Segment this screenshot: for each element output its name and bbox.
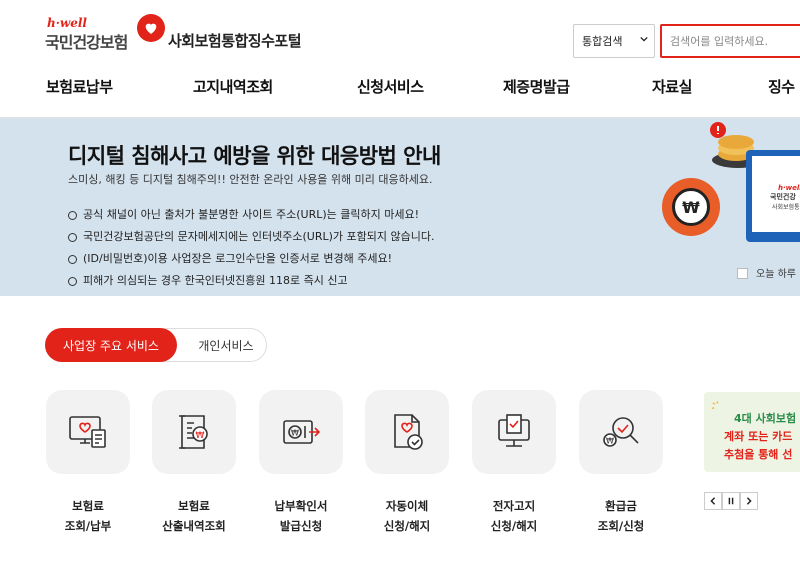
promo-line-1: 4대 사회보험 (734, 412, 797, 425)
banner-list: 공식 채널이 아닌 출처가 불분명한 사이트 주소(URL)는 클릭하지 마세요… (68, 204, 435, 292)
chevron-down-icon (640, 36, 648, 42)
circle-bullet-icon (68, 210, 77, 220)
promo-pause-button[interactable] (722, 492, 740, 510)
portal-name[interactable]: 사회보험통합징수포털 (168, 30, 302, 51)
nhis-logo[interactable]: h·well 국민건강보험 (45, 12, 165, 52)
nav-notice-inquiry[interactable]: 고지내역조회 (193, 76, 273, 97)
service-label: 보험료 조회/납부 (64, 499, 112, 533)
promo-prev-button[interactable] (704, 492, 722, 510)
card-won-icon: ₩ (283, 420, 321, 444)
nav-collection[interactable]: 징수 (768, 76, 795, 97)
monitor-logo-hwell: h·well (778, 184, 800, 192)
main-nav: 보험료납부 고지내역조회 신청서비스 제증명발급 자료실 징수 (0, 76, 800, 100)
service-icon-box: ₩ (259, 390, 343, 474)
service-icon-box (472, 390, 556, 474)
promo-banner[interactable]: 4대 사회보험 계좌 또는 카드 추첨을 통해 선 (704, 392, 800, 472)
promo-next-button[interactable] (740, 492, 758, 510)
scroll-won-icon: ₩ (179, 415, 208, 449)
svg-text:₩: ₩ (291, 429, 299, 438)
monitor-logo-text: 국민건강 (770, 193, 796, 201)
tab-business-services[interactable]: 사업장 주요 서비스 (45, 328, 177, 362)
service-label: 납부확인서 발급신청 (274, 499, 328, 533)
banner-item: 피해가 의심되는 경우 한국인터넷진흥원 118로 즉시 신고 (68, 270, 435, 292)
circle-bullet-icon (68, 254, 77, 264)
monitor-screen: h·well 국민건강 사회보험통 (752, 156, 800, 232)
circle-bullet-icon (68, 232, 77, 242)
search-won-icon: ₩ (603, 417, 639, 447)
nav-certificate-issue[interactable]: 제증명발급 (503, 76, 570, 97)
monitor-illustration: h·well 국민건강 사회보험통 (746, 150, 800, 242)
today-close-checkbox[interactable] (737, 268, 748, 279)
banner-item: 국민건강보험공단의 문자메세지에는 인터넷주소(URL)가 포함되지 않습니다. (68, 226, 435, 248)
chevron-left-icon (710, 497, 716, 505)
banner-subtitle: 스미싱, 해킹 등 디지털 침해주의!! 안전한 온라인 사용을 위해 미리 대… (68, 173, 433, 186)
today-close-label[interactable]: 오늘 하루 (756, 265, 796, 280)
service-icon-box (46, 390, 130, 474)
tab-personal-services[interactable]: 개인서비스 (186, 329, 266, 361)
search-scope-select[interactable]: 통합검색 (573, 24, 655, 58)
confetti-icon (711, 401, 719, 410)
promo-controls (704, 492, 758, 510)
service-label: 보험료 산출내역조회 (162, 499, 226, 533)
computer-check-icon (498, 414, 530, 447)
search-input[interactable] (660, 24, 800, 58)
banner-title: 디지털 침해사고 예방을 위한 대응방법 안내 (68, 144, 441, 168)
logo-hwell: h·well (47, 16, 87, 30)
circle-bullet-icon (68, 276, 77, 286)
service-icon-box: ₩ (152, 390, 236, 474)
promo-line-3: 추첨을 통해 선 (724, 448, 793, 461)
promo-line-2: 계좌 또는 카드 (724, 430, 793, 443)
heart-icon (137, 14, 165, 42)
page: h·well 국민건강보험 사회보험통합징수포털 통합검색 보험료납부 고지내역… (0, 0, 800, 565)
chevron-right-icon (746, 497, 752, 505)
won-badge-icon: ₩ (662, 178, 720, 236)
monitor-heart-icon (69, 416, 106, 448)
nav-application-service[interactable]: 신청서비스 (357, 76, 424, 97)
monitor-logo-sub: 사회보험통 (772, 204, 800, 211)
svg-text:₩: ₩ (606, 437, 614, 446)
nav-resources[interactable]: 자료실 (652, 76, 692, 97)
search-scope-value: 통합검색 (582, 35, 623, 48)
banner-item: 공식 채널이 아닌 출처가 불분명한 사이트 주소(URL)는 클릭하지 마세요… (68, 204, 435, 226)
service-label: 환급금 조회/신청 (597, 499, 645, 533)
pause-icon (728, 497, 734, 505)
service-icon-box (365, 390, 449, 474)
service-tabs: 사업장 주요 서비스 개인서비스 (45, 328, 267, 362)
service-icon-box: ₩ (579, 390, 663, 474)
service-label: 자동이체 신청/해지 (383, 499, 431, 533)
logo-text: 국민건강보험 (45, 33, 128, 52)
doc-check-icon (394, 414, 423, 450)
banner-item: (ID/비밀번호)이용 사업장은 로그인수단을 인증서로 변경해 주세요! (68, 248, 435, 270)
won-symbol: ₩ (672, 188, 710, 226)
service-label: 전자고지 신청/해지 (490, 499, 538, 533)
svg-text:₩: ₩ (196, 431, 205, 441)
security-notice-banner: 디지털 침해사고 예방을 위한 대응방법 안내 스미싱, 해킹 등 디지털 침해… (0, 118, 800, 296)
header: h·well 국민건강보험 사회보험통합징수포털 통합검색 보험료납부 고지내역… (0, 0, 800, 118)
nav-premium-payment[interactable]: 보험료납부 (46, 76, 113, 97)
